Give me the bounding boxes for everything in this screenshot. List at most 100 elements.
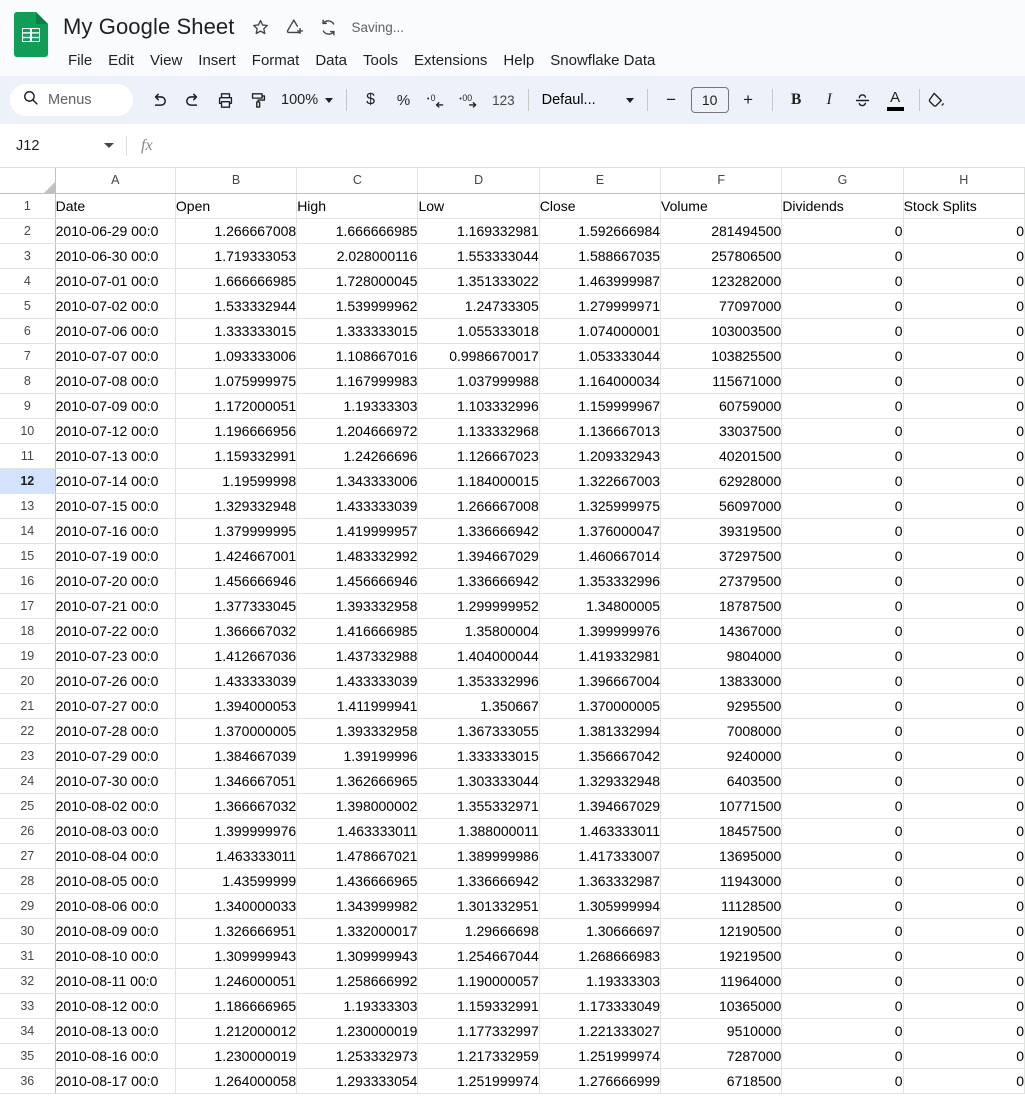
text-color-button[interactable]: A — [879, 84, 912, 116]
cell-C11[interactable]: 1.24266696 — [297, 443, 418, 468]
cell-A7[interactable]: 2010-07-07 00:0 — [55, 343, 175, 368]
cell-A32[interactable]: 2010-08-11 00:0 — [55, 968, 175, 993]
row-header-28[interactable]: 28 — [0, 868, 55, 893]
row-header-19[interactable]: 19 — [0, 643, 55, 668]
cell-D16[interactable]: 1.336666942 — [418, 568, 539, 593]
cell-E6[interactable]: 1.074000001 — [539, 318, 660, 343]
cell-B13[interactable]: 1.329332948 — [175, 493, 296, 518]
row-header-15[interactable]: 15 — [0, 543, 55, 568]
cell-A30[interactable]: 2010-08-09 00:0 — [55, 918, 175, 943]
cell-E11[interactable]: 1.209332943 — [539, 443, 660, 468]
cell-B14[interactable]: 1.379999995 — [175, 518, 296, 543]
cell-C24[interactable]: 1.362666965 — [297, 768, 418, 793]
cell-H6[interactable]: 0 — [903, 318, 1024, 343]
cell-D12[interactable]: 1.184000015 — [418, 468, 539, 493]
cell-H28[interactable]: 0 — [903, 868, 1024, 893]
cell-G5[interactable]: 0 — [782, 293, 903, 318]
cell-A13[interactable]: 2010-07-15 00:0 — [55, 493, 175, 518]
menu-item-insert[interactable]: Insert — [190, 49, 244, 72]
cell-F7[interactable]: 103825500 — [661, 343, 782, 368]
cell-H13[interactable]: 0 — [903, 493, 1024, 518]
decrease-decimal-button[interactable]: 0 — [420, 84, 453, 116]
cell-H34[interactable]: 0 — [903, 1018, 1024, 1043]
cell-C9[interactable]: 1.19333303 — [297, 393, 418, 418]
cell-G20[interactable]: 0 — [782, 668, 903, 693]
cell-G25[interactable]: 0 — [782, 793, 903, 818]
cell-B11[interactable]: 1.159332991 — [175, 443, 296, 468]
cell-A26[interactable]: 2010-08-03 00:0 — [55, 818, 175, 843]
cell-E30[interactable]: 1.30666697 — [539, 918, 660, 943]
cell-F9[interactable]: 60759000 — [661, 393, 782, 418]
row-header-18[interactable]: 18 — [0, 618, 55, 643]
cell-B1[interactable]: Open — [175, 193, 296, 218]
cell-A28[interactable]: 2010-08-05 00:0 — [55, 868, 175, 893]
cell-C32[interactable]: 1.258666992 — [297, 968, 418, 993]
bold-button[interactable]: B — [780, 84, 813, 116]
cell-F30[interactable]: 12190500 — [661, 918, 782, 943]
cell-C21[interactable]: 1.411999941 — [297, 693, 418, 718]
cell-C16[interactable]: 1.456666946 — [297, 568, 418, 593]
cell-A18[interactable]: 2010-07-22 00:0 — [55, 618, 175, 643]
row-header-25[interactable]: 25 — [0, 793, 55, 818]
cell-E16[interactable]: 1.353332996 — [539, 568, 660, 593]
chevron-down-icon[interactable] — [104, 143, 114, 148]
row-header-5[interactable]: 5 — [0, 293, 55, 318]
cell-E32[interactable]: 1.19333303 — [539, 968, 660, 993]
cell-E3[interactable]: 1.588667035 — [539, 243, 660, 268]
cell-E19[interactable]: 1.419332981 — [539, 643, 660, 668]
cell-G17[interactable]: 0 — [782, 593, 903, 618]
cell-F32[interactable]: 11964000 — [661, 968, 782, 993]
cell-F8[interactable]: 115671000 — [661, 368, 782, 393]
cell-F18[interactable]: 14367000 — [661, 618, 782, 643]
row-header-33[interactable]: 33 — [0, 993, 55, 1018]
cell-G9[interactable]: 0 — [782, 393, 903, 418]
cell-F22[interactable]: 7008000 — [661, 718, 782, 743]
row-header-34[interactable]: 34 — [0, 1018, 55, 1043]
cell-C31[interactable]: 1.309999943 — [297, 943, 418, 968]
cell-B27[interactable]: 1.463333011 — [175, 843, 296, 868]
name-box[interactable]: J12 — [0, 131, 124, 161]
cell-B34[interactable]: 1.212000012 — [175, 1018, 296, 1043]
cell-G33[interactable]: 0 — [782, 993, 903, 1018]
cell-G21[interactable]: 0 — [782, 693, 903, 718]
cell-A33[interactable]: 2010-08-12 00:0 — [55, 993, 175, 1018]
row-header-3[interactable]: 3 — [0, 243, 55, 268]
cell-F13[interactable]: 56097000 — [661, 493, 782, 518]
cell-E36[interactable]: 1.276666999 — [539, 1068, 660, 1093]
cell-E33[interactable]: 1.173333049 — [539, 993, 660, 1018]
cell-D30[interactable]: 1.29666698 — [418, 918, 539, 943]
cell-H30[interactable]: 0 — [903, 918, 1024, 943]
column-header-b[interactable]: B — [175, 168, 296, 193]
row-header-35[interactable]: 35 — [0, 1043, 55, 1068]
star-icon[interactable] — [247, 14, 273, 40]
cell-H17[interactable]: 0 — [903, 593, 1024, 618]
cell-F11[interactable]: 40201500 — [661, 443, 782, 468]
row-header-2[interactable]: 2 — [0, 218, 55, 243]
cell-D4[interactable]: 1.351333022 — [418, 268, 539, 293]
cell-F26[interactable]: 18457500 — [661, 818, 782, 843]
cell-A10[interactable]: 2010-07-12 00:0 — [55, 418, 175, 443]
row-header-21[interactable]: 21 — [0, 693, 55, 718]
cell-A4[interactable]: 2010-07-01 00:0 — [55, 268, 175, 293]
cell-A25[interactable]: 2010-08-02 00:0 — [55, 793, 175, 818]
cell-B10[interactable]: 1.196666956 — [175, 418, 296, 443]
cell-G26[interactable]: 0 — [782, 818, 903, 843]
cell-C7[interactable]: 1.108667016 — [297, 343, 418, 368]
cell-H15[interactable]: 0 — [903, 543, 1024, 568]
cell-C34[interactable]: 1.230000019 — [297, 1018, 418, 1043]
cell-D27[interactable]: 1.389999986 — [418, 843, 539, 868]
cell-B35[interactable]: 1.230000019 — [175, 1043, 296, 1068]
row-header-12[interactable]: 12 — [0, 468, 55, 493]
cell-H26[interactable]: 0 — [903, 818, 1024, 843]
row-header-17[interactable]: 17 — [0, 593, 55, 618]
cell-D1[interactable]: Low — [418, 193, 539, 218]
cell-A17[interactable]: 2010-07-21 00:0 — [55, 593, 175, 618]
paint-format-button[interactable] — [242, 84, 275, 116]
cell-B3[interactable]: 1.719333053 — [175, 243, 296, 268]
cell-F29[interactable]: 11128500 — [661, 893, 782, 918]
cell-A31[interactable]: 2010-08-10 00:0 — [55, 943, 175, 968]
column-header-c[interactable]: C — [297, 168, 418, 193]
decrease-font-size-button[interactable]: − — [655, 84, 688, 116]
cell-G22[interactable]: 0 — [782, 718, 903, 743]
menu-item-data[interactable]: Data — [307, 49, 355, 72]
